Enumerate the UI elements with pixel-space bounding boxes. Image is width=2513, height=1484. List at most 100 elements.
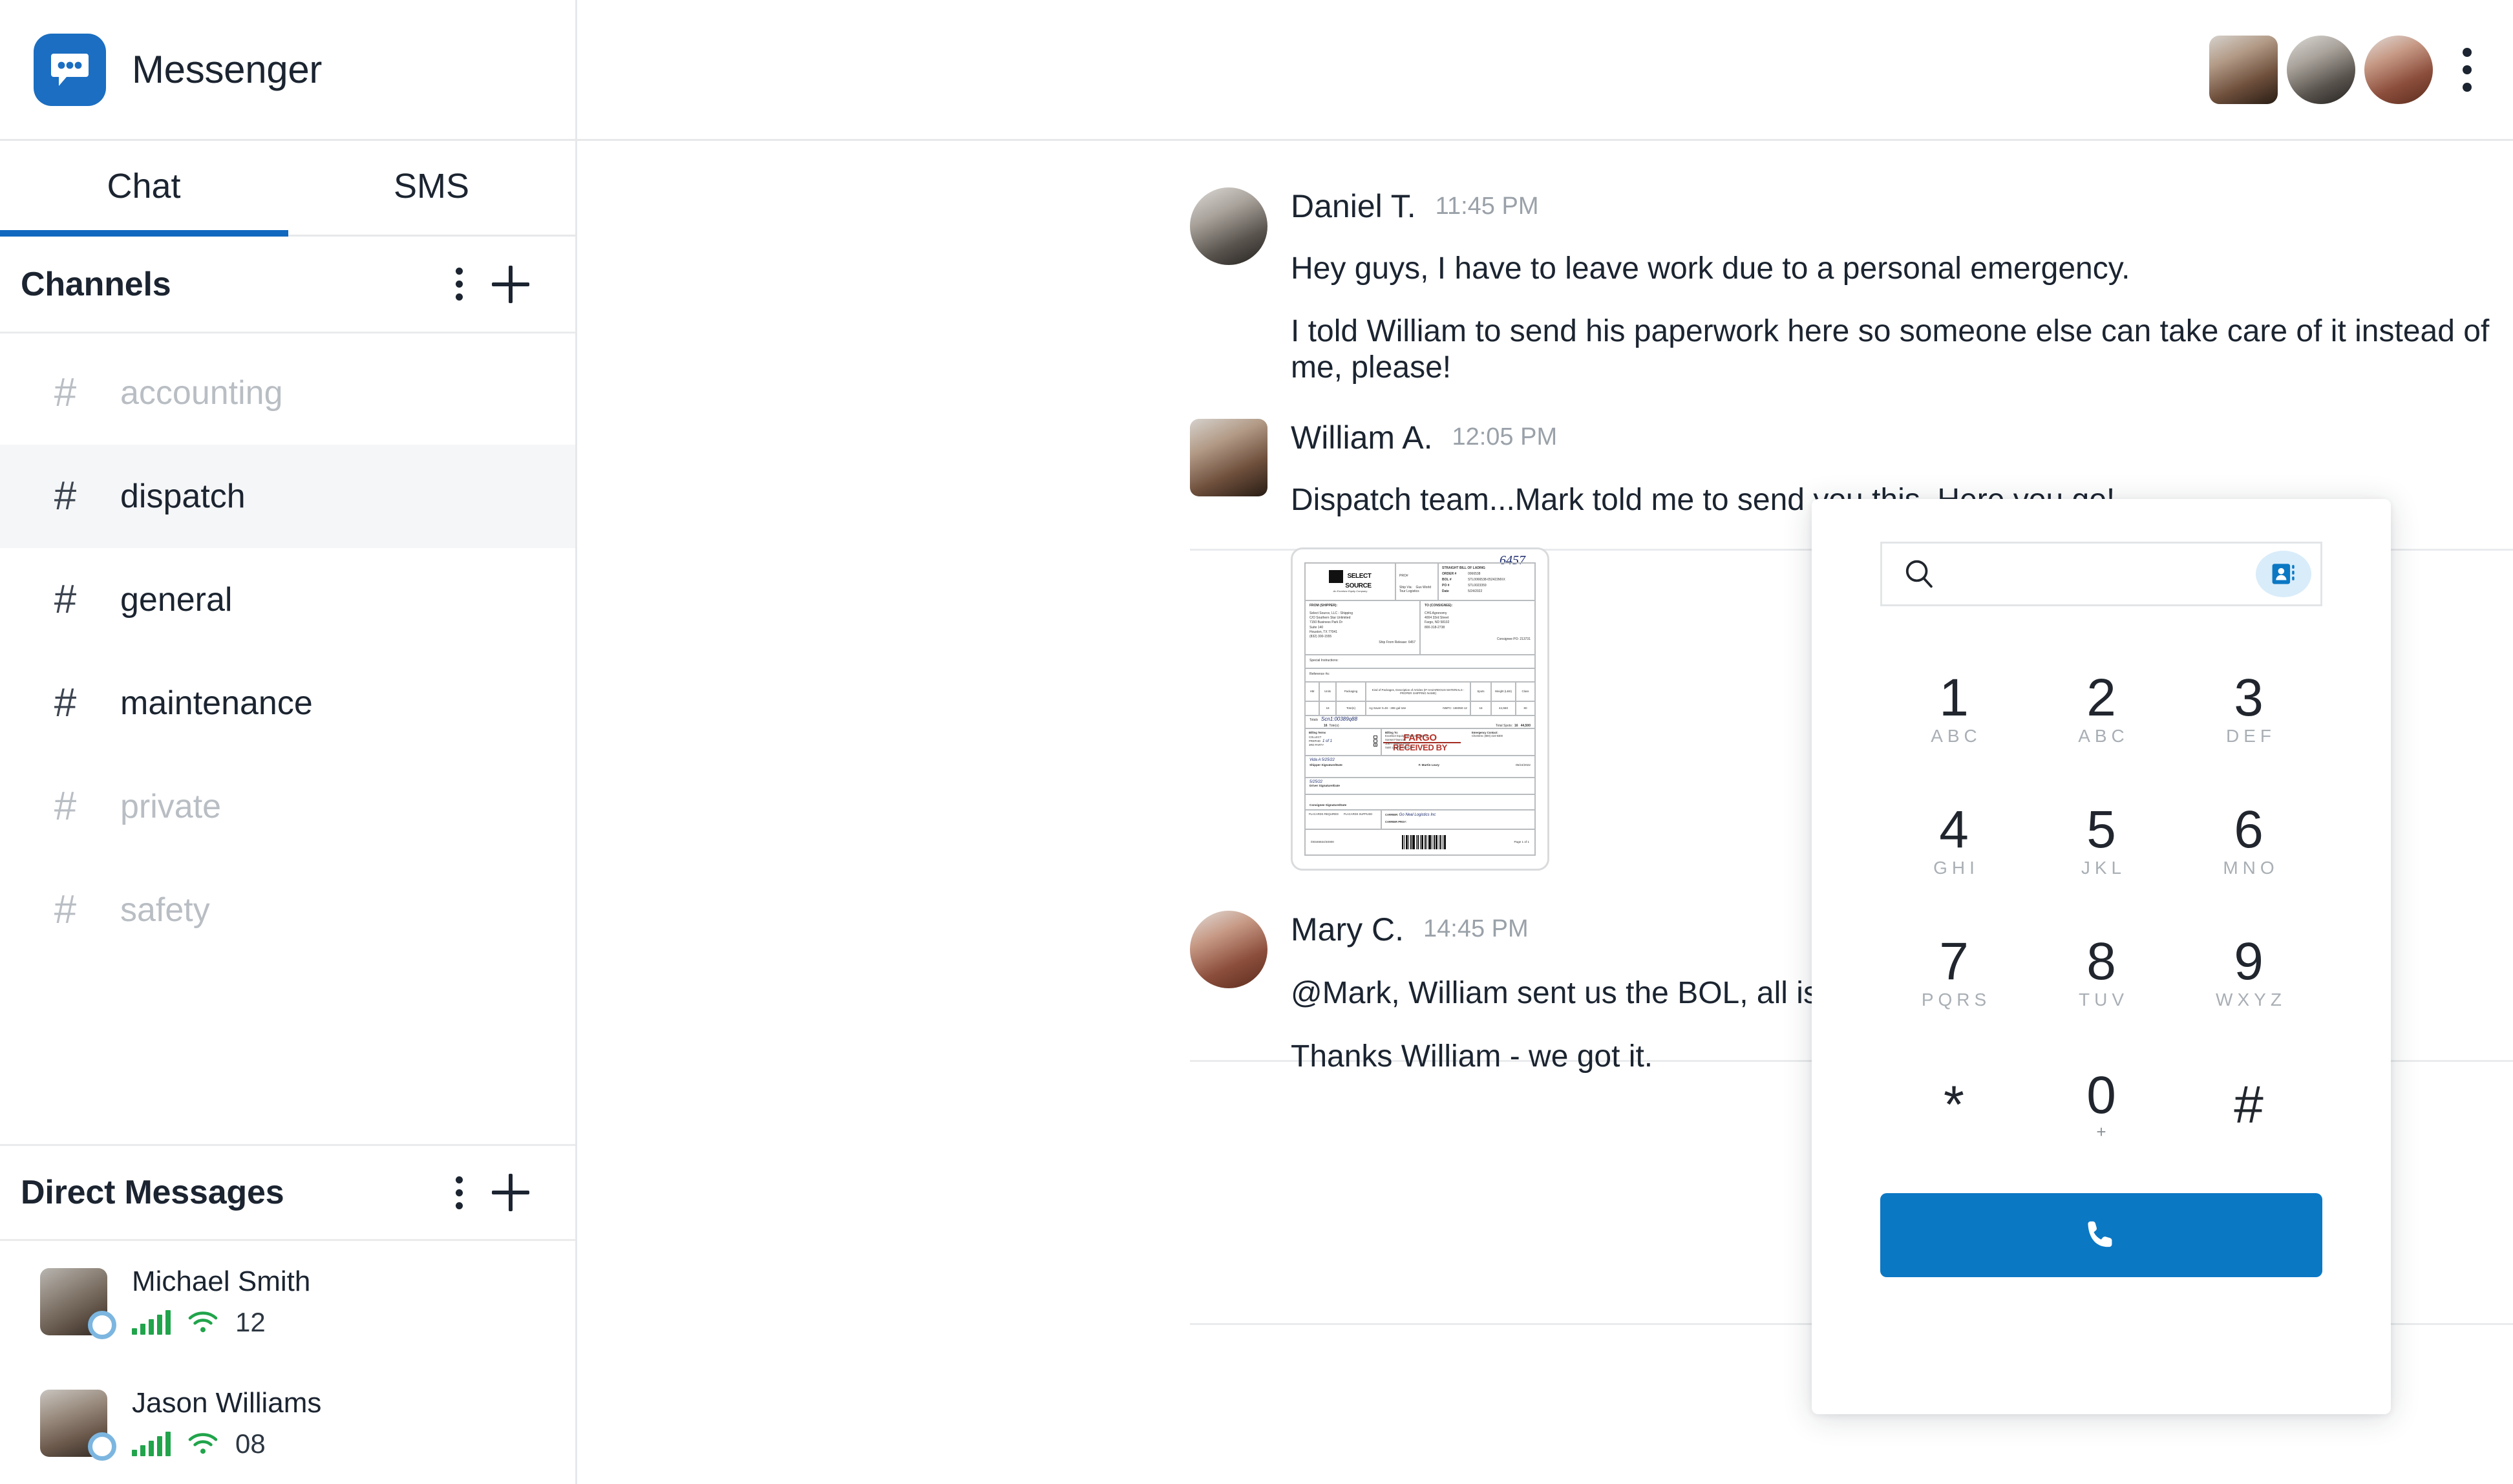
phone-icon [2088, 1221, 2112, 1247]
key-digit: # [2234, 1076, 2264, 1135]
tab-sms[interactable]: SMS [288, 141, 575, 235]
plus-icon [492, 265, 529, 303]
avatar[interactable] [2364, 35, 2433, 104]
wifi-icon [188, 1433, 218, 1454]
call-button[interactable] [1880, 1193, 2322, 1277]
sidebar-item-maintenance[interactable]: # maintenance [0, 652, 575, 755]
dialpad-key-8[interactable]: 8 TUV [2028, 907, 2175, 1039]
key-digit: 7 [1939, 932, 1969, 991]
page-label: Page 1 of 1 [1514, 840, 1529, 843]
document-body: SELECT SOURCE An Excelsior Equity Compan… [1304, 562, 1536, 856]
dialpad-key-2[interactable]: 2 ABC [2028, 644, 2175, 776]
key-letters: WXYZ [2216, 989, 2286, 1010]
dialpad-key-1[interactable]: 1 ABC [1880, 644, 2028, 776]
document-pro-block: PRO# Ship Via: Gus World Tour Logistics [1396, 563, 1439, 600]
contacts-button[interactable] [2256, 551, 2311, 597]
avatar[interactable] [2287, 35, 2355, 104]
message: Daniel T. 11:45 PM Hey guys, I have to l… [577, 141, 2513, 387]
sidebar-item-dispatch[interactable]: # dispatch [0, 445, 575, 548]
hash-icon: # [54, 784, 77, 829]
key-plus-label: + [2096, 1121, 2106, 1141]
document-barcode-row: /00346924/40000 Page 1 of 1 [1306, 828, 1534, 854]
hash-icon: # [54, 681, 77, 725]
carrier-block: CARRIER: Go Neal Logistics Inc CARRIER P… [1385, 812, 1436, 823]
dialpad-key-6[interactable]: 6 MNO [2175, 776, 2322, 907]
company-name-line2: SOURCE [1345, 582, 1372, 589]
avatar [1190, 187, 1267, 265]
document-footer: Billing Terms COLLECT PREPAID 3RD PARTY X… [1306, 727, 1534, 854]
avatar [40, 1268, 116, 1339]
message-timestamp: 11:45 PM [1435, 192, 1539, 220]
tab-chat[interactable]: Chat [0, 141, 288, 235]
key-letters: MNO [2223, 857, 2279, 878]
hash-icon: # [54, 577, 77, 622]
dialpad-key-7[interactable]: 7 PQRS [1880, 907, 2028, 1039]
channels-more-button[interactable] [433, 259, 485, 310]
handwritten-scan-note: Scn1:00389q88 [1321, 716, 1358, 722]
company-name-line1: SELECT [1347, 573, 1372, 580]
list-item[interactable]: Jason Williams 08 [0, 1362, 575, 1484]
placards-block: PLACARDS REQUIRED PLACARDS SUPPLIED CARR… [1306, 809, 1534, 829]
topbar-more-button[interactable] [2463, 47, 2472, 92]
direct-messages-more-button[interactable] [433, 1167, 485, 1218]
shipvia-row: Ship Via: Gus World Tour Logistics [1399, 585, 1432, 593]
kebab-menu-icon [455, 1176, 463, 1209]
signal-bars-icon [132, 1432, 171, 1456]
unread-count: 12 [235, 1307, 266, 1337]
channels-add-button[interactable] [485, 259, 536, 310]
message-header: William A. 12:05 PM [1291, 419, 2513, 456]
key-digit: 2 [2086, 668, 2116, 728]
search-icon [1905, 560, 1933, 588]
hash-icon: # [54, 887, 77, 932]
message-timestamp: 14:45 PM [1423, 915, 1529, 942]
pro-label: PRO# [1399, 573, 1408, 578]
sidebar-item-safety[interactable]: # safety [0, 858, 575, 962]
message-author: Daniel T. [1291, 188, 1416, 224]
presence-indicator [88, 1432, 116, 1461]
dialpad-key-0[interactable]: 0 + [2028, 1039, 2175, 1171]
key-letters: ABC [1931, 725, 1982, 746]
dialpad-search-input[interactable] [1946, 560, 2247, 588]
key-letters: ABC [2078, 725, 2129, 746]
key-digit: 4 [1939, 800, 1969, 860]
messenger-app: Messenger Chat SMS Channels # accounting… [0, 0, 2513, 1484]
signal-bars-icon [132, 1310, 171, 1335]
key-digit: 0 [2086, 1066, 2116, 1125]
sidebar-item-accounting[interactable]: # accounting [0, 341, 575, 445]
presence-indicator [88, 1311, 116, 1339]
logo-mark-icon [1329, 570, 1344, 583]
key-digit: 8 [2086, 932, 2116, 991]
sidebar-item-private[interactable]: # private [0, 755, 575, 858]
direct-messages-add-button[interactable] [485, 1167, 536, 1218]
app-title: Messenger [132, 48, 323, 91]
dialpad-key-hash[interactable]: # [2175, 1039, 2322, 1171]
dialpad-key-4[interactable]: 4 GHI [1880, 776, 2028, 907]
document-title: STRAIGHT BILL OF LADING [1442, 566, 1485, 570]
participant-avatars [2209, 35, 2433, 104]
sidebar: Messenger Chat SMS Channels # accounting… [0, 0, 577, 1484]
document-company-logo: SELECT SOURCE An Excelsior Equity Compan… [1306, 563, 1396, 600]
plus-icon [492, 1174, 529, 1211]
contact-card-icon [2272, 564, 2295, 584]
key-letters: TUV [2079, 989, 2128, 1010]
tab-active-indicator [0, 230, 288, 237]
dialpad-key-9[interactable]: 9 WXYZ [2175, 907, 2322, 1039]
key-digit: 9 [2234, 932, 2264, 991]
sidebar-tabs: Chat SMS [0, 141, 575, 237]
message-author: Mary C. [1291, 911, 1404, 948]
dialpad-key-3[interactable]: 3 DEF [2175, 644, 2322, 776]
sidebar-item-general[interactable]: # general [0, 548, 575, 652]
channel-label: private [120, 788, 222, 825]
attachment-bill-of-lading[interactable]: 6457 SELECT SOURCE An Excelsior Equity C… [1291, 547, 1549, 871]
dialpad-key-5[interactable]: 5 JKL [2028, 776, 2175, 907]
channels-section-header: Channels [0, 237, 575, 334]
direct-messages-list: Michael Smith 12 Jason Williams 08 [0, 1241, 575, 1484]
footer-code: /00346924/40000 [1311, 840, 1334, 843]
reference-numbers-row: Reference #s: [1306, 669, 1534, 683]
dialpad-key-star[interactable]: * [1880, 1039, 2028, 1171]
key-letters: DEF [2226, 725, 2276, 746]
avatar[interactable] [2209, 35, 2278, 104]
key-digit: 5 [2086, 800, 2116, 860]
list-item[interactable]: Michael Smith 12 [0, 1241, 575, 1362]
dialpad-search-bar[interactable] [1880, 542, 2322, 606]
